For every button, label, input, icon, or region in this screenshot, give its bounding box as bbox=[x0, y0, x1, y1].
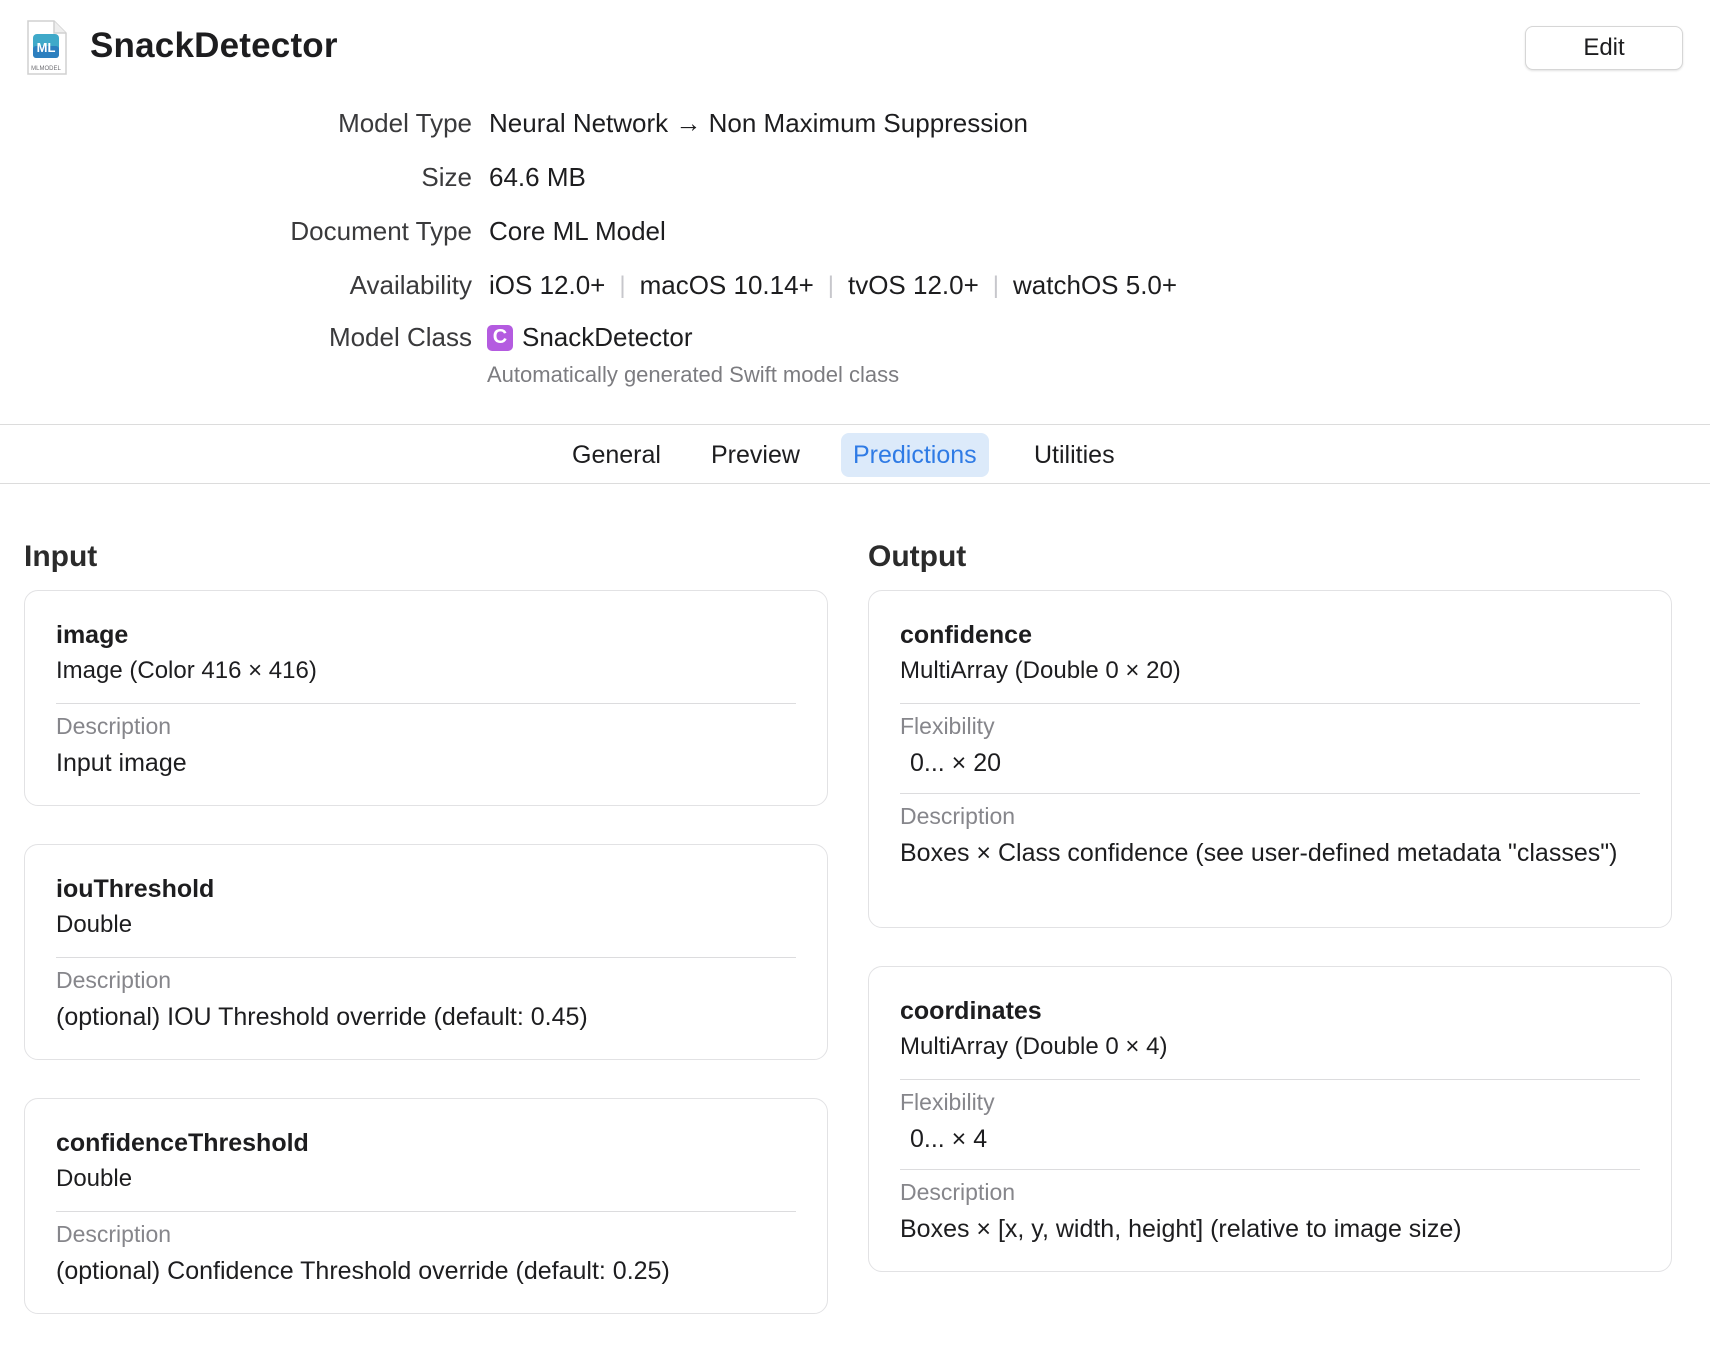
model-class-subtitle: Automatically generated Swift model clas… bbox=[487, 362, 900, 387]
divider bbox=[900, 1079, 1640, 1080]
input-section-title: Input bbox=[24, 540, 98, 573]
flexibility-label: Flexibility bbox=[900, 713, 995, 739]
size-row: Size 64.6 MB bbox=[0, 162, 1710, 202]
feature-name: confidenceThreshold bbox=[56, 1129, 309, 1157]
description-label: Description bbox=[900, 803, 1016, 829]
tab-preview[interactable]: Preview bbox=[699, 433, 812, 477]
divider bbox=[56, 703, 796, 704]
model-class-value[interactable]: C SnackDetector bbox=[487, 322, 693, 353]
description-label: Description bbox=[900, 1179, 1016, 1205]
description-label: Description bbox=[56, 713, 172, 739]
availability-ios: iOS 12.0+ bbox=[489, 270, 606, 300]
separator: | bbox=[992, 271, 1000, 299]
output-card-coordinates: coordinates MultiArray (Double 0 × 4) Fl… bbox=[868, 966, 1672, 1272]
output-section-title: Output bbox=[868, 540, 967, 573]
availability-row: Availability iOS 12.0+ | macOS 10.14+ | … bbox=[0, 270, 1710, 310]
divider bbox=[56, 1211, 796, 1212]
model-class-name: SnackDetector bbox=[522, 322, 693, 352]
model-type-row: Model Type Neural Network → Non Maximum … bbox=[0, 108, 1710, 148]
flexibility-label: Flexibility bbox=[900, 1089, 995, 1115]
availability-values: iOS 12.0+ | macOS 10.14+ | tvOS 12.0+ | … bbox=[489, 270, 1177, 301]
feature-name: image bbox=[56, 621, 129, 649]
availability-label: Availability bbox=[349, 270, 472, 300]
tab-bar: General Preview Predictions Utilities bbox=[0, 424, 1710, 484]
feature-description: Boxes × [x, y, width, height] (relative … bbox=[900, 1215, 1462, 1243]
edit-button[interactable]: Edit bbox=[1525, 26, 1683, 70]
size-label: Size bbox=[421, 162, 472, 192]
divider bbox=[900, 793, 1640, 794]
availability-tvos: tvOS 12.0+ bbox=[847, 270, 979, 300]
feature-type: Image (Color 416 × 416) bbox=[56, 657, 317, 684]
model-type-value: Neural Network → Non Maximum Suppression bbox=[489, 108, 1028, 138]
size-value: 64.6 MB bbox=[489, 162, 586, 192]
feature-type: Double bbox=[56, 1165, 133, 1192]
feature-type: MultiArray (Double 0 × 20) bbox=[900, 657, 1181, 684]
flexibility-value: 0... × 4 bbox=[910, 1125, 988, 1153]
description-label: Description bbox=[56, 967, 172, 993]
availability-macos: macOS 10.14+ bbox=[639, 270, 814, 300]
model-class-label: Model Class bbox=[328, 322, 472, 352]
tab-predictions[interactable]: Predictions bbox=[841, 433, 989, 477]
feature-description: Boxes × Class confidence (see user-defin… bbox=[900, 839, 1618, 867]
svg-text:ML: ML bbox=[37, 40, 56, 55]
separator: | bbox=[827, 271, 834, 299]
feature-description: (optional) Confidence Threshold override… bbox=[56, 1257, 670, 1285]
feature-type: MultiArray (Double 0 × 4) bbox=[900, 1033, 1168, 1060]
document-type-value: Core ML Model bbox=[489, 216, 666, 246]
feature-name: iouThreshold bbox=[56, 875, 215, 903]
availability-watchos: watchOS 5.0+ bbox=[1013, 270, 1178, 300]
tab-utilities[interactable]: Utilities bbox=[1022, 433, 1127, 477]
model-class-row: Model Class C SnackDetector bbox=[0, 322, 1710, 362]
feature-description: Input image bbox=[56, 749, 187, 777]
description-label: Description bbox=[56, 1221, 172, 1247]
page-title: SnackDetector bbox=[90, 26, 338, 65]
divider bbox=[900, 1169, 1640, 1170]
flexibility-value: 0... × 20 bbox=[910, 749, 1002, 777]
input-card-iou-threshold: iouThreshold Double Description (optiona… bbox=[24, 844, 828, 1060]
svg-text:MLMODEL: MLMODEL bbox=[31, 66, 61, 72]
swift-class-icon: C bbox=[487, 324, 513, 351]
mlmodel-file-icon: ML MLMODEL bbox=[24, 20, 68, 76]
feature-description: (optional) IOU Threshold override (defau… bbox=[56, 1003, 588, 1031]
feature-type: Double bbox=[56, 911, 133, 938]
feature-name: confidence bbox=[900, 621, 1032, 649]
document-type-label: Document Type bbox=[290, 216, 472, 246]
model-type-label: Model Type bbox=[338, 108, 472, 138]
header: ML MLMODEL SnackDetector Edit bbox=[0, 0, 1710, 100]
input-card-confidence-threshold: confidenceThreshold Double Description (… bbox=[24, 1098, 828, 1314]
feature-name: coordinates bbox=[900, 997, 1042, 1025]
document-type-row: Document Type Core ML Model bbox=[0, 216, 1710, 256]
separator: | bbox=[619, 271, 626, 299]
tab-general[interactable]: General bbox=[560, 433, 673, 477]
output-card-confidence: confidence MultiArray (Double 0 × 20) Fl… bbox=[868, 590, 1672, 928]
input-card-image: image Image (Color 416 × 416) Descriptio… bbox=[24, 590, 828, 806]
divider bbox=[900, 703, 1640, 704]
divider bbox=[56, 957, 796, 958]
